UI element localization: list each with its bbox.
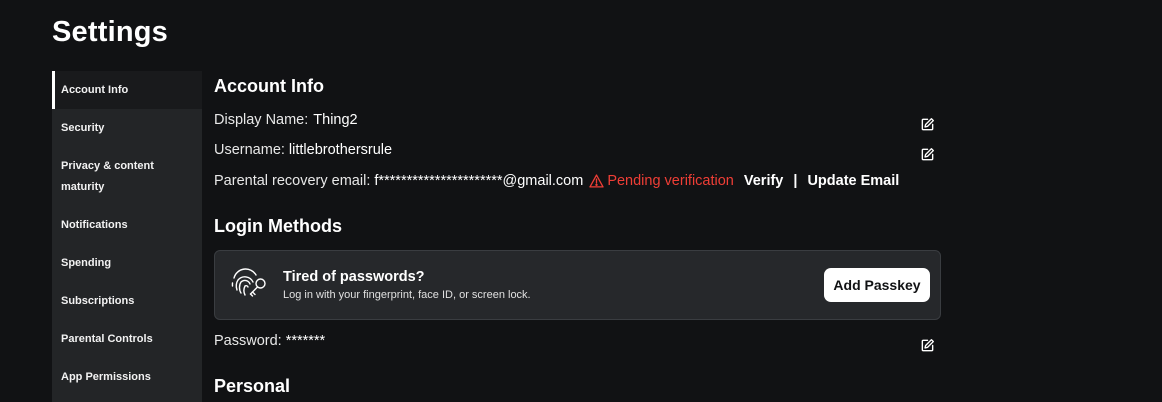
account-info-heading: Account Info [214, 76, 324, 96]
password-row: Password: ******* [214, 333, 325, 349]
link-separator: | [793, 173, 798, 189]
sidebar-item-account-info[interactable]: Account Info [52, 71, 202, 109]
display-name-value: Thing2 [313, 112, 358, 128]
display-name-label: Display Name: [214, 112, 309, 128]
parental-email-label: Parental recovery email: [214, 173, 371, 189]
pending-status-text: Pending verification [607, 173, 734, 189]
passkey-card: Tired of passwords? Log in with your fin… [214, 250, 941, 320]
sidebar-item-label: Notifications [61, 218, 128, 231]
page-title: Settings [52, 16, 168, 48]
sidebar-item-label: Subscriptions [61, 294, 135, 307]
pencil-square-icon [921, 338, 934, 351]
password-value: ******* [285, 333, 326, 349]
sidebar-item-label: Parental Controls [61, 332, 153, 345]
display-name-row: Display Name: Thing2 [214, 112, 358, 128]
passkey-title: Tired of passwords? [283, 269, 425, 285]
passkey-subtitle: Log in with your fingerprint, face ID, o… [283, 289, 531, 301]
settings-page: Settings Account Info Security Privacy &… [0, 0, 1162, 402]
sidebar-item-parental-controls[interactable]: Parental Controls [52, 320, 202, 358]
sidebar-item-label: Account Info [61, 83, 129, 96]
update-email-link[interactable]: Update Email [807, 173, 899, 189]
sidebar-item-notifications[interactable]: Notifications [52, 206, 202, 244]
settings-main: Account Info Display Name: Thing2 Userna… [214, 0, 1154, 402]
edit-display-name-button[interactable] [919, 116, 935, 132]
settings-sidebar: Account Info Security Privacy & content … [52, 71, 202, 402]
sidebar-item-privacy[interactable]: Privacy & content maturity [52, 147, 172, 206]
personal-heading: Personal [214, 376, 291, 396]
parental-email-value: f**********************@gmail.com [374, 173, 584, 189]
sidebar-item-subscriptions[interactable]: Subscriptions [52, 282, 202, 320]
sidebar-item-label: Spending [61, 256, 112, 269]
sidebar-item-spending[interactable]: Spending [52, 244, 202, 282]
pending-status: Pending verification [589, 173, 734, 189]
password-label: Password: [214, 333, 282, 349]
username-row: Username: littlebrothersrule [214, 142, 392, 158]
sidebar-item-label: App Permissions [61, 370, 151, 383]
username-value: littlebrothersrule [288, 142, 393, 158]
sidebar-item-label: Privacy & content maturity [61, 159, 154, 193]
login-methods-heading: Login Methods [214, 216, 342, 236]
parental-email-row: Parental recovery email: f**************… [214, 173, 899, 189]
verify-link[interactable]: Verify [744, 173, 784, 189]
warning-triangle-icon [589, 174, 604, 188]
pencil-square-icon [921, 117, 934, 130]
sidebar-item-app-permissions[interactable]: App Permissions [52, 358, 202, 396]
add-passkey-button[interactable]: Add Passkey [824, 268, 930, 302]
edit-password-button[interactable] [919, 337, 935, 353]
sidebar-item-security[interactable]: Security [52, 109, 202, 147]
sidebar-item-label: Security [61, 121, 105, 134]
fingerprint-key-icon [231, 268, 266, 297]
username-label: Username: [214, 142, 285, 158]
edit-username-button[interactable] [919, 146, 935, 162]
pencil-square-icon [921, 147, 934, 160]
